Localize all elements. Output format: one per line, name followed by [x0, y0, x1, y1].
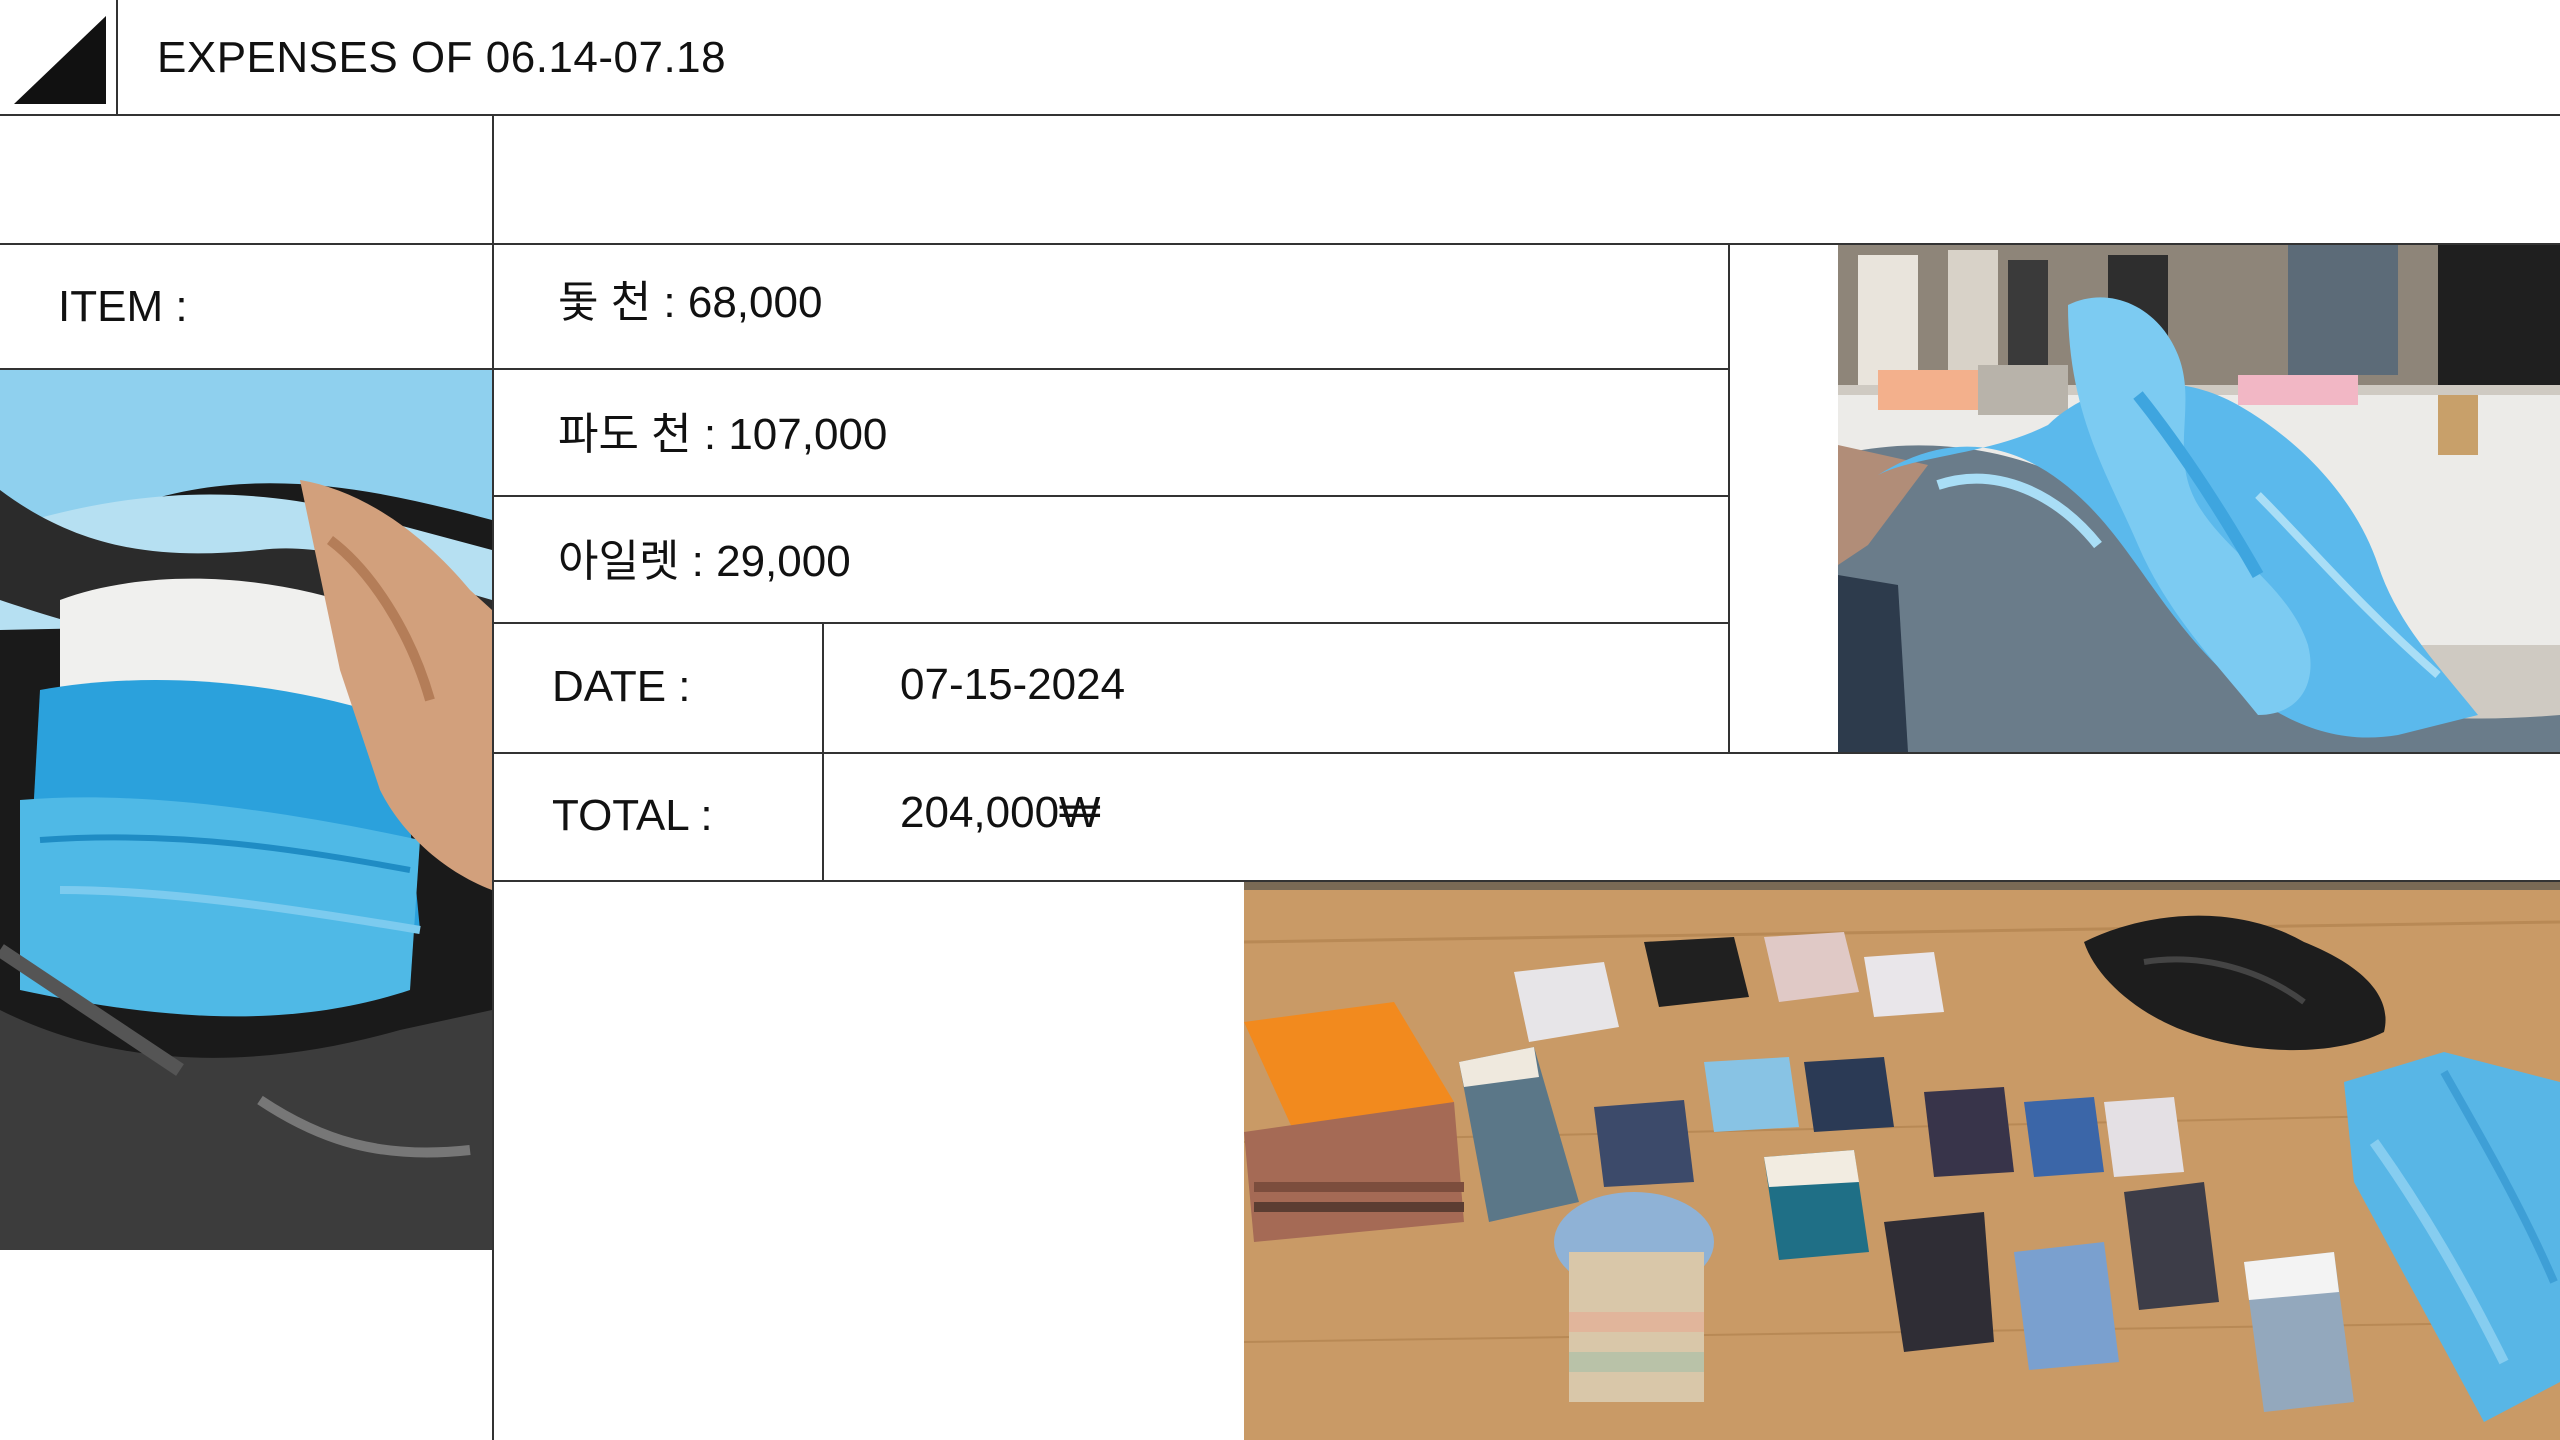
date-row-line — [492, 752, 2560, 754]
label-value-divider — [822, 622, 824, 880]
organza-workshop-photo — [1838, 245, 2560, 752]
item-label: ITEM : — [58, 282, 188, 331]
left-column-divider — [492, 116, 494, 1440]
item-row-line-2 — [492, 495, 1730, 497]
date-value: 07-15-2024 — [900, 660, 1126, 709]
header-vertical-divider — [116, 0, 118, 116]
item-sailcloth: 돛 천 : 68,000 — [558, 278, 823, 327]
item-eyelet: 아일렛 : 29,000 — [558, 537, 851, 586]
header-divider — [0, 114, 2560, 116]
fabric-swatches-photo — [1244, 882, 2560, 1440]
item-wave-fabric: 파도 천 : 107,000 — [558, 410, 888, 459]
total-label: TOTAL : — [552, 791, 713, 840]
date-label: DATE : — [552, 662, 691, 711]
page-title: EXPENSES OF 06.14-07.18 — [157, 33, 727, 82]
item-row-line-3 — [492, 622, 1730, 624]
fabric-bag-photo — [0, 370, 492, 1250]
total-value: 204,000₩ — [900, 788, 1101, 837]
triangle-logo-icon — [14, 16, 106, 104]
table-right-divider — [1728, 243, 1730, 752]
